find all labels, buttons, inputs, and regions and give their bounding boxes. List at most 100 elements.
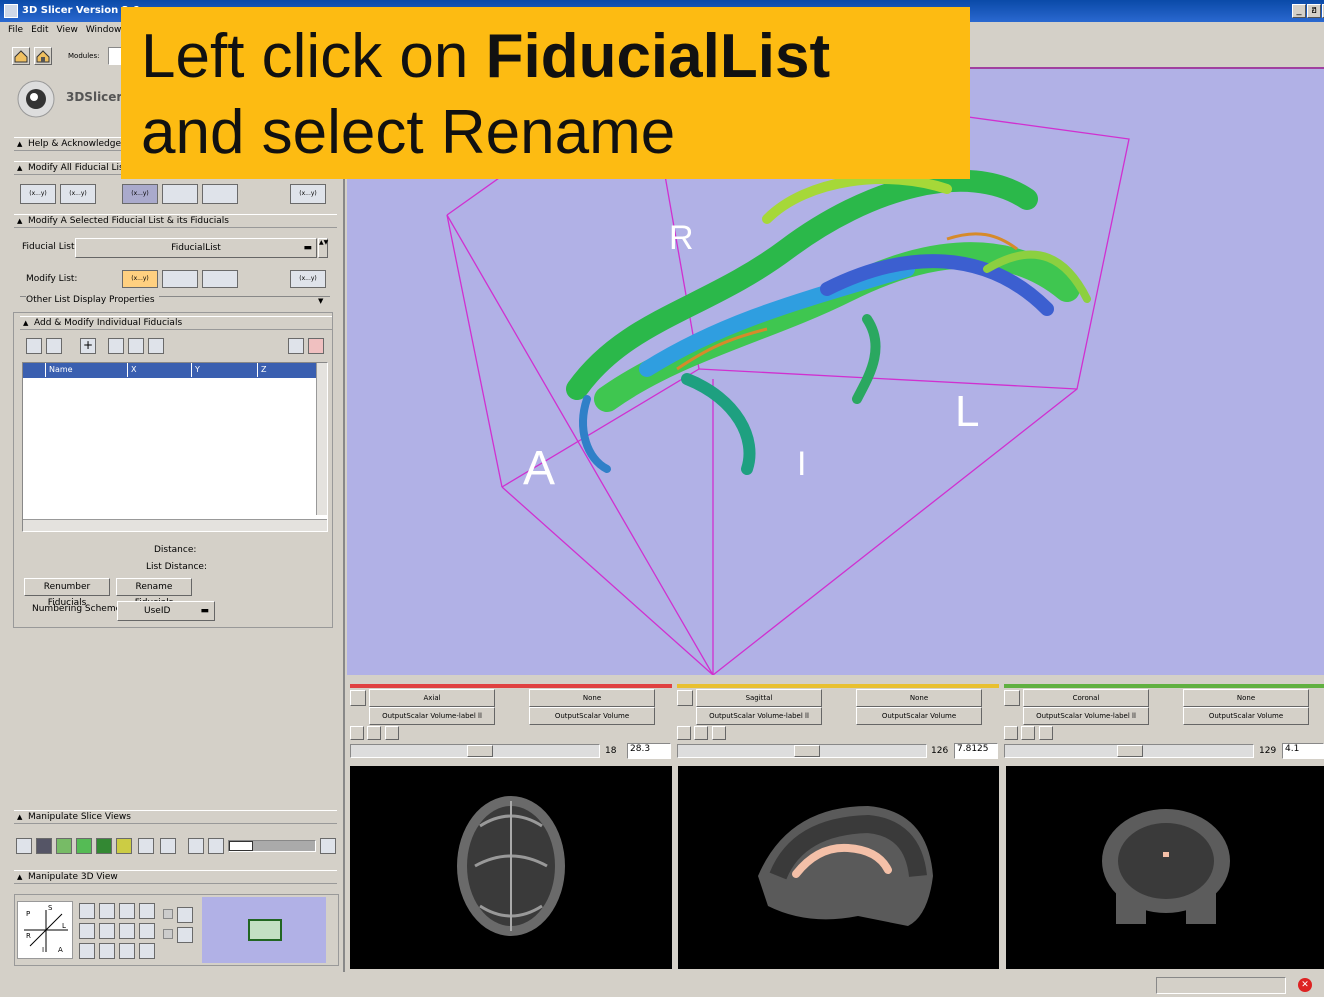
minimize-button[interactable]: _ xyxy=(1292,4,1306,18)
compare-icon[interactable] xyxy=(96,838,112,854)
stereo-icon[interactable] xyxy=(119,943,135,959)
red-slice-index: 18 xyxy=(605,746,617,756)
zoom-out-icon[interactable] xyxy=(139,923,155,939)
load-scene-button[interactable] xyxy=(12,47,30,65)
modules-dropdown[interactable] xyxy=(108,47,122,65)
lock-dropdown-button[interactable] xyxy=(162,184,198,204)
yellow-background-dropdown[interactable]: OutputScalar Volume xyxy=(856,707,982,725)
orientation-label-r: R xyxy=(669,219,694,257)
crosshair-icon[interactable] xyxy=(116,838,132,854)
green-background-dropdown[interactable]: OutputScalar Volume xyxy=(1183,707,1309,725)
view-cube-icon[interactable] xyxy=(99,903,115,919)
module-panel: Help & Acknowledgeme Modify All Fiducial… xyxy=(0,132,345,972)
rock-settings-icon[interactable] xyxy=(177,927,193,943)
spin-icon[interactable] xyxy=(99,943,115,959)
screenshot-icon[interactable] xyxy=(119,903,135,919)
fiber-tracts xyxy=(566,169,1091,475)
list-delete-button[interactable]: (x...y) xyxy=(290,270,326,288)
red-label-dropdown[interactable]: OutputScalar Volume-label ll xyxy=(369,707,495,725)
home-icon xyxy=(14,50,28,63)
copy-icon[interactable] xyxy=(208,838,224,854)
red-slice-view[interactable] xyxy=(350,766,672,969)
green-offset-slider[interactable] xyxy=(1004,744,1254,758)
slice-options-icon[interactable] xyxy=(320,838,336,854)
yellow-offset-slider[interactable] xyxy=(677,744,927,758)
rotate-icon[interactable] xyxy=(79,923,95,939)
modify-selected-header[interactable]: Modify A Selected Fiducial List & its Fi… xyxy=(14,214,337,228)
menu-file[interactable]: File xyxy=(8,22,23,38)
rock-checkbox[interactable] xyxy=(163,929,173,939)
orientation-label-i: I xyxy=(797,445,807,483)
yellow-foreground-dropdown[interactable]: None xyxy=(856,689,982,707)
green-visibility-icon[interactable] xyxy=(1021,726,1035,740)
lock-all-button[interactable]: (x...y) xyxy=(60,184,96,204)
menu-edit[interactable]: Edit xyxy=(31,22,48,38)
slice-opacity-slider[interactable] xyxy=(228,840,316,852)
view-axes-icon[interactable] xyxy=(79,903,95,919)
red-more-icon[interactable] xyxy=(385,726,399,740)
yellow-more-icon[interactable] xyxy=(712,726,726,740)
list-visibility-button[interactable] xyxy=(202,270,238,288)
green-more-icon[interactable] xyxy=(1039,726,1053,740)
list-select-button[interactable]: (x...y) xyxy=(122,270,158,288)
grid-icon[interactable] xyxy=(138,838,154,854)
green-foreground-dropdown[interactable]: None xyxy=(1183,689,1309,707)
red-pin-icon[interactable] xyxy=(350,690,366,706)
menu-view[interactable]: View xyxy=(57,22,78,38)
progress-field xyxy=(1156,977,1286,994)
orientation-compass[interactable]: P S L R I A xyxy=(17,901,73,959)
yellow-label-dropdown[interactable]: OutputScalar Volume-label ll xyxy=(696,707,822,725)
save-scene-button[interactable] xyxy=(34,47,52,65)
delete-all-button[interactable]: (x...y) xyxy=(290,184,326,204)
red-offset-slider[interactable] xyxy=(350,744,600,758)
eye-dropdown-button[interactable] xyxy=(202,184,238,204)
fit-slices-icon[interactable] xyxy=(16,838,32,854)
red-link-icon[interactable] xyxy=(350,726,364,740)
manipulate-3d-view-header[interactable]: Manipulate 3D View xyxy=(14,870,337,884)
zoom-fit-icon[interactable] xyxy=(188,838,204,854)
red-foreground-dropdown[interactable]: None xyxy=(529,689,655,707)
view3d-thumbnail[interactable] xyxy=(202,897,326,963)
pitch-icon[interactable] xyxy=(79,943,95,959)
maximize-button[interactable]: ฮ xyxy=(1307,4,1321,18)
camera-icon[interactable] xyxy=(119,923,135,939)
yellow-pin-icon[interactable] xyxy=(677,690,693,706)
yellow-orientation-dropdown[interactable]: Sagittal xyxy=(696,689,822,707)
green-pin-icon[interactable] xyxy=(1004,690,1020,706)
red-orientation-dropdown[interactable]: Axial xyxy=(369,689,495,707)
move-icon[interactable] xyxy=(160,838,176,854)
yellow-offset-field[interactable]: 7.8125 xyxy=(954,743,998,759)
orientation-label-a: A xyxy=(523,442,556,495)
select-all-button[interactable]: (x...y) xyxy=(122,184,158,204)
green-slice-colorbar xyxy=(1004,684,1324,688)
link-icon[interactable] xyxy=(139,943,155,959)
red-background-dropdown[interactable]: OutputScalar Volume xyxy=(529,707,655,725)
zoom-in-icon[interactable] xyxy=(139,903,155,919)
error-icon[interactable]: ✕ xyxy=(1298,978,1312,992)
box-icon[interactable] xyxy=(99,923,115,939)
visibility-all-button[interactable]: (x...y) xyxy=(20,184,56,204)
menu-window[interactable]: Window xyxy=(86,22,122,38)
green-orientation-dropdown[interactable]: Coronal xyxy=(1023,689,1149,707)
list-lock-button[interactable] xyxy=(162,270,198,288)
annotation-icon[interactable] xyxy=(76,838,92,854)
fiducial-list-selector[interactable]: FiducialList ▬ xyxy=(75,238,317,258)
yellow-link-icon[interactable] xyxy=(677,726,691,740)
expand-arrow-icon[interactable]: ▼ xyxy=(318,297,323,305)
green-label-dropdown[interactable]: OutputScalar Volume-label ll xyxy=(1023,707,1149,725)
manipulate-slice-views-header[interactable]: Manipulate Slice Views xyxy=(14,810,337,824)
spin-settings-icon[interactable] xyxy=(177,907,193,923)
green-link-icon[interactable] xyxy=(1004,726,1018,740)
fiducial-list-spinner[interactable]: ▲▼ xyxy=(318,238,328,258)
yellow-layout-icon[interactable] xyxy=(56,838,72,854)
modify-all-toolbar: (x...y) (x...y) (x...y) (x...y) xyxy=(20,184,330,206)
green-offset-field[interactable]: 4.1 xyxy=(1282,743,1324,759)
yellow-slice-view[interactable] xyxy=(678,766,999,969)
red-offset-field[interactable]: 28.3 xyxy=(627,743,671,759)
spin-checkbox[interactable] xyxy=(163,909,173,919)
other-list-display-properties[interactable]: Other List Display Properties xyxy=(26,295,159,305)
layout-icon[interactable] xyxy=(36,838,52,854)
yellow-visibility-icon[interactable] xyxy=(694,726,708,740)
green-slice-view[interactable] xyxy=(1006,766,1324,969)
red-visibility-icon[interactable] xyxy=(367,726,381,740)
